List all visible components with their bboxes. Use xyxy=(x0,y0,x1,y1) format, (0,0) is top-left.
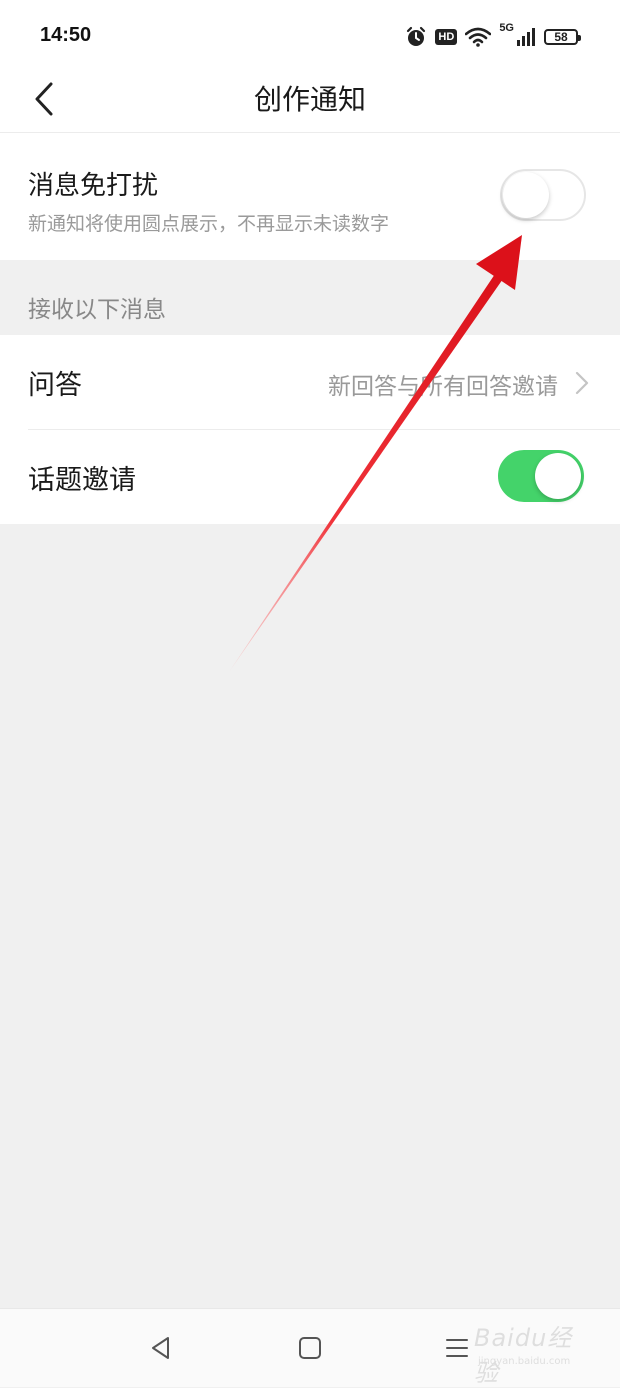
network-type: 5G xyxy=(499,22,514,34)
topic-invite-toggle[interactable] xyxy=(498,450,584,502)
row-label: 话题邀请 xyxy=(28,465,136,496)
page-title: 创作通知 xyxy=(253,83,366,116)
dnd-title: 消息免打扰 xyxy=(28,171,159,201)
toggle-knob xyxy=(535,453,581,499)
list-row-qa[interactable]: 问答 新回答与所有回答邀请 xyxy=(0,335,620,430)
watermark-url: jingyan.baidu.com xyxy=(478,1356,571,1367)
row-value: 新回答与所有回答邀请 xyxy=(328,374,558,400)
alarm-icon xyxy=(407,26,426,46)
section-label: 接收以下消息 xyxy=(28,297,166,323)
dnd-description: 新通知将使用圆点展示，不再显示未读数字 xyxy=(28,213,390,235)
wifi-icon xyxy=(465,27,492,47)
dnd-toggle[interactable] xyxy=(500,169,586,221)
nav-menu-icon[interactable] xyxy=(442,1333,472,1363)
nav-back-icon[interactable] xyxy=(146,1333,176,1363)
list-row-topic-invite: 话题邀请 xyxy=(0,430,620,524)
row-label: 问答 xyxy=(28,370,82,401)
status-bar: 14:50 HD 5G 58 xyxy=(0,0,620,72)
notification-list: 问答 新回答与所有回答邀请 话题邀请 xyxy=(0,335,620,524)
watermark: Baidu经验 jingyan.baidu.com xyxy=(474,1318,594,1387)
toggle-knob xyxy=(503,172,549,218)
dnd-card: 消息免打扰 新通知将使用圆点展示，不再显示未读数字 xyxy=(0,133,620,260)
watermark-logo: Baidu经验 xyxy=(474,1324,573,1387)
battery-icon: 58 xyxy=(544,29,581,45)
status-icons: HD 5G 58 xyxy=(405,22,581,50)
status-time: 14:50 xyxy=(40,24,92,46)
chevron-right-icon xyxy=(575,371,589,395)
app-header: 创作通知 xyxy=(0,72,620,133)
nav-home-icon[interactable] xyxy=(295,1333,325,1363)
signal-icon xyxy=(517,28,535,46)
battery-level: 58 xyxy=(554,30,568,44)
hd-badge: HD xyxy=(435,29,458,45)
